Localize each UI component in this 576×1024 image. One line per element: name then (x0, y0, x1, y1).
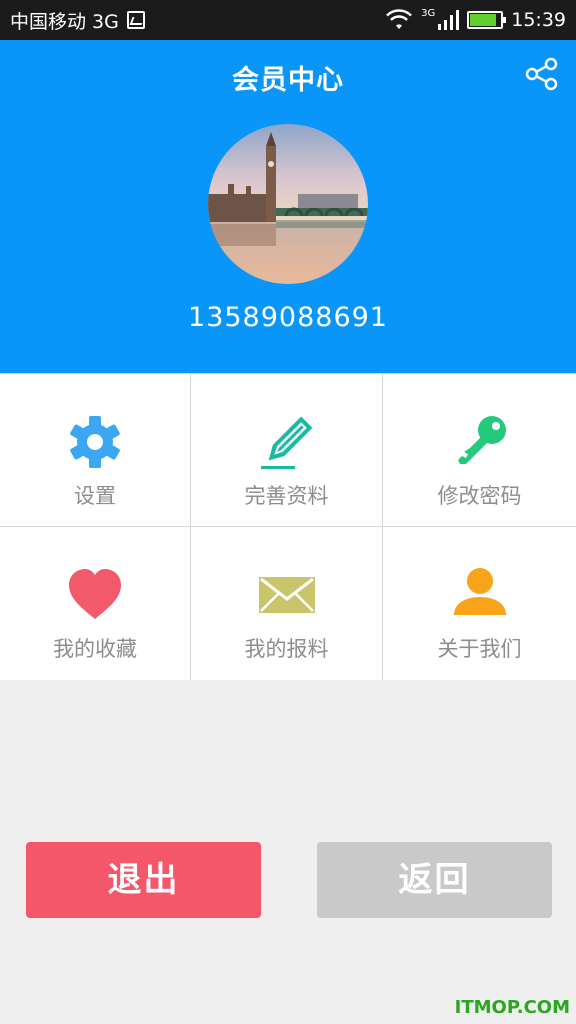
menu-item-edit-profile[interactable]: 完善资料 (191, 374, 383, 527)
menu-grid: 设置 完善资料 修改密码 我的收藏 我的报料 关于我们 (0, 373, 576, 680)
signal-icon (438, 10, 460, 30)
back-button[interactable]: 返回 (317, 842, 552, 918)
logout-button[interactable]: 退出 (26, 842, 261, 918)
menu-item-label: 完善资料 (244, 484, 329, 508)
avatar-image (208, 124, 368, 284)
avatar[interactable] (208, 124, 368, 284)
menu-item-label: 修改密码 (437, 484, 522, 508)
network-type-label: 3G (421, 7, 436, 19)
phone-number: 13589088691 (188, 302, 388, 333)
key-icon (457, 416, 506, 464)
gear-icon (70, 416, 120, 468)
watermark: ITMOP.COM (454, 997, 570, 1018)
menu-item-label: 设置 (74, 484, 116, 508)
menu-item-about-us[interactable]: 关于我们 (383, 527, 576, 680)
menu-item-label: 我的收藏 (53, 637, 137, 661)
battery-icon (467, 11, 507, 29)
share-icon[interactable] (524, 56, 560, 92)
user-icon (453, 568, 506, 615)
menu-item-settings[interactable]: 设置 (0, 374, 191, 527)
image-notification-icon (126, 11, 145, 29)
envelope-icon (258, 577, 315, 613)
heart-icon (69, 569, 121, 619)
clock: 15:39 (511, 9, 566, 31)
profile-header: 会员中心 13589088691 (0, 40, 576, 373)
menu-item-label: 我的报料 (244, 637, 329, 661)
menu-item-favorites[interactable]: 我的收藏 (0, 527, 191, 680)
menu-item-label: 关于我们 (437, 637, 522, 661)
status-bar: 中国移动 3G 3G 15:39 (0, 0, 576, 40)
pencil-icon (260, 416, 312, 469)
page-title: 会员中心 (232, 65, 344, 96)
menu-item-change-password[interactable]: 修改密码 (383, 374, 576, 527)
menu-item-my-reports[interactable]: 我的报料 (191, 527, 383, 680)
wifi-icon (386, 9, 412, 29)
carrier-label: 中国移动 3G (10, 10, 119, 33)
